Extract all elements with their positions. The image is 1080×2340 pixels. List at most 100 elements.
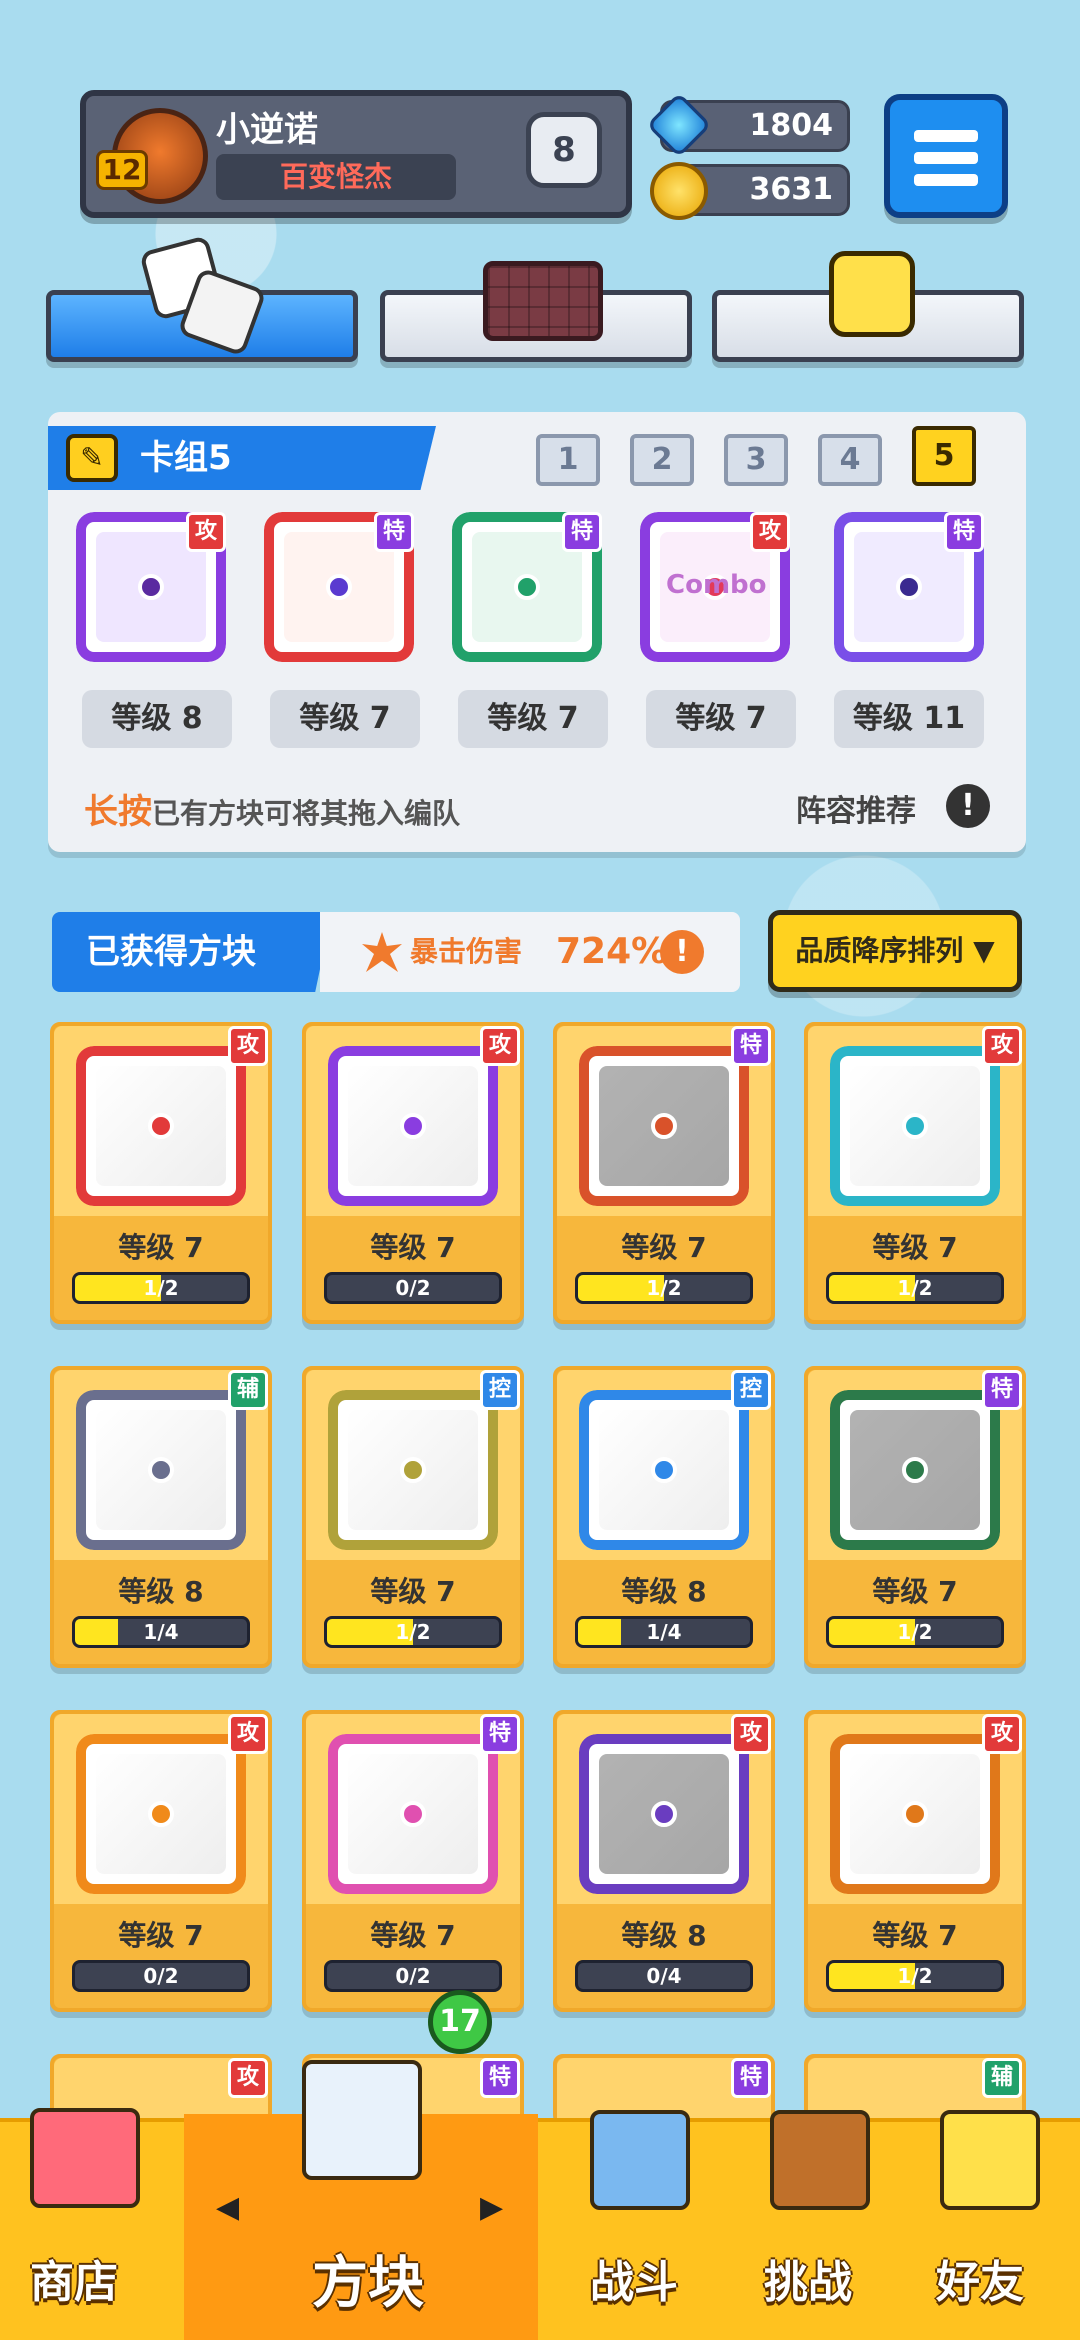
block-art — [328, 1734, 498, 1894]
block-art — [76, 1046, 246, 1206]
owned-block-card[interactable]: 控等级 7 1/2 — [302, 1366, 524, 1668]
owned-block-card[interactable]: 特✔等级 71/2 — [553, 1022, 775, 1324]
deck-card[interactable]: 特 — [834, 512, 984, 662]
upgrade-progress-bar: 0/4 — [575, 1960, 753, 1992]
crit-info-icon[interactable]: ! — [660, 930, 704, 974]
deck-select-2[interactable]: 2 — [630, 434, 694, 486]
upgrade-progress-bar: 1/2 — [324, 1616, 502, 1648]
owned-block-card[interactable]: 攻等级 7 1/2 — [804, 1022, 1026, 1324]
upgrade-progress-text: 1/2 — [395, 1620, 431, 1644]
nav-battle[interactable]: 战斗 — [570, 2100, 720, 2340]
block-art — [830, 1046, 1000, 1206]
deck-card[interactable]: 特 — [264, 512, 414, 662]
player-level-badge: 12 — [96, 150, 148, 190]
upgrade-progress-text: 1/4 — [646, 1620, 682, 1644]
block-type-tag: 特 — [731, 2058, 771, 2098]
nav-blocks[interactable]: 方块 ◀ ▶ — [184, 2060, 538, 2340]
nav-blocks-label: 方块 — [312, 2251, 424, 2316]
upgrade-progress-text: 1/2 — [646, 1276, 682, 1300]
block-type-tag: 攻 — [228, 1714, 268, 1754]
menu-button[interactable] — [884, 94, 1008, 218]
info-icon[interactable]: ! — [946, 784, 990, 828]
block-art — [579, 1046, 749, 1206]
upgrade-progress-bar: 1/2 — [826, 1616, 1004, 1648]
owned-block-card[interactable]: 攻等级 7 0/2 — [302, 1022, 524, 1324]
block-type-tag: 攻 — [982, 1026, 1022, 1066]
crit-damage-box[interactable]: 暴击伤害 724% ! — [320, 912, 740, 992]
deck-panel: ✎ 卡组5 1 2 3 4 5 攻 等级 8 特 等级 7 特 等级 7 Com… — [48, 412, 1026, 852]
prev-arrow-icon[interactable]: ◀ — [216, 2190, 239, 2225]
nav-friends[interactable]: 好友 — [920, 2100, 1070, 2340]
block-type-tag: 攻 — [731, 1714, 771, 1754]
block-art — [328, 1046, 498, 1206]
deck-card-level: 等级 11 — [834, 690, 984, 748]
block-art — [328, 1390, 498, 1550]
nav-challenge-label: 挑战 — [764, 2257, 852, 2308]
upgrade-progress-text: 0/4 — [646, 1964, 682, 1988]
block-type-tag: 控 — [731, 1370, 771, 1410]
deck-select-1[interactable]: 1 — [536, 434, 600, 486]
coin-icon — [650, 162, 708, 220]
deck-card[interactable]: 攻 — [76, 512, 226, 662]
block-level: 等级 7 — [872, 1231, 958, 1264]
owned-block-card[interactable]: 攻等级 7 0/2 — [50, 1710, 272, 2012]
player-title: 百变怪杰 — [216, 154, 456, 200]
deck-select-3[interactable]: 3 — [724, 434, 788, 486]
next-arrow-icon[interactable]: ▶ — [480, 2190, 503, 2225]
deck-card-level: 等级 7 — [646, 690, 796, 748]
upgrade-progress-text: 1/2 — [897, 1964, 933, 1988]
owned-banner: 已获得方块 — [52, 912, 332, 992]
upgrade-progress-bar: 1/2 — [72, 1272, 250, 1304]
upgrade-progress-bar: 1/2 — [826, 1960, 1004, 1992]
block-level: 等级 7 — [872, 1575, 958, 1608]
player-name: 小逆诺 — [216, 110, 318, 150]
tab-board[interactable] — [380, 261, 692, 362]
nav-shop[interactable]: 商店 — [0, 2100, 170, 2340]
rank-badge[interactable]: 8 — [526, 112, 602, 188]
deck-card-level: 等级 7 — [270, 690, 420, 748]
board-icon — [483, 261, 603, 341]
mystery-block-icon — [302, 2060, 422, 2180]
upgrade-progress-bar: 0/2 — [324, 1272, 502, 1304]
deck-select-4[interactable]: 4 — [818, 434, 882, 486]
block-level: 等级 7 — [118, 1919, 204, 1952]
block-type-tag: 特 — [480, 1714, 520, 1754]
owned-block-card[interactable]: 攻等级 7 1/2 — [804, 1710, 1026, 2012]
upgrade-progress-text: 1/2 — [897, 1276, 933, 1300]
combo-text: Combo — [666, 570, 767, 600]
sort-quality-dropdown[interactable]: 品质降序排列 ▼ — [768, 910, 1022, 992]
block-type-tag: 特 — [982, 1370, 1022, 1410]
deck-card-level: 等级 8 — [82, 690, 232, 748]
deck-select-5[interactable]: 5 — [912, 426, 976, 486]
attack-tag: 攻 — [186, 512, 226, 552]
nav-battle-label: 战斗 — [590, 2257, 678, 2308]
nav-challenge[interactable]: 挑战 — [750, 2100, 900, 2340]
upgrade-progress-text: 0/2 — [395, 1276, 431, 1300]
owned-block-card[interactable]: 特等级 7 0/2 — [302, 1710, 524, 2012]
owned-block-card[interactable]: 控等级 8 1/4 — [553, 1366, 775, 1668]
player-profile-card[interactable]: 12 小逆诺 百变怪杰 8 — [80, 90, 632, 218]
crit-burst-icon — [362, 932, 402, 972]
owned-block-card[interactable]: 辅等级 8 1/4 — [50, 1366, 272, 1668]
edit-pencil-icon[interactable]: ✎ — [66, 434, 118, 482]
block-art — [76, 1734, 246, 1894]
block-level: 等级 7 — [370, 1231, 456, 1264]
owned-block-card[interactable]: 特✔等级 71/2 — [804, 1366, 1026, 1668]
block-level: 等级 8 — [621, 1919, 707, 1952]
upgrade-progress-text: 0/2 — [395, 1964, 431, 1988]
owned-block-card[interactable]: 攻等级 7 1/2 — [50, 1022, 272, 1324]
block-level: 等级 8 — [621, 1575, 707, 1608]
tab-skin[interactable] — [712, 251, 1024, 362]
deck-card[interactable]: Combo 攻 — [640, 512, 790, 662]
owned-block-card[interactable]: 攻✔等级 80/4 — [553, 1710, 775, 2012]
special-tag: 特 — [374, 512, 414, 552]
deck-card-level: 等级 7 — [458, 690, 608, 748]
block-type-tag: 攻 — [982, 1714, 1022, 1754]
upgrade-progress-text: 1/2 — [897, 1620, 933, 1644]
upgrade-progress-bar: 1/2 — [826, 1272, 1004, 1304]
deck-card[interactable]: 特 — [452, 512, 602, 662]
tab-dice[interactable] — [46, 235, 358, 362]
recommend-lineup-label[interactable]: 阵容推荐 — [796, 786, 916, 830]
block-level: 等级 7 — [370, 1575, 456, 1608]
block-level: 等级 8 — [118, 1575, 204, 1608]
